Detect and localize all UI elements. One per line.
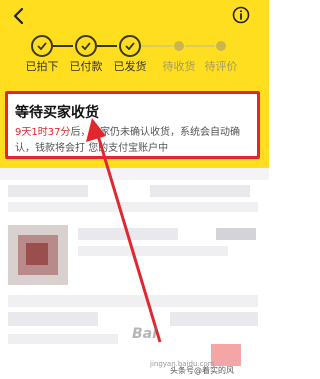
blurred-text <box>216 228 256 240</box>
chevron-left-icon[interactable] <box>10 6 28 26</box>
step-connector <box>53 45 73 47</box>
step-connector <box>141 45 173 47</box>
step-check-icon <box>75 35 97 57</box>
desc-part3: 您的支付宝账户中 <box>88 143 169 154</box>
time-remaining: 9天1时37分 <box>15 127 71 138</box>
blurred-text <box>78 228 178 240</box>
blurred-button[interactable] <box>211 344 241 366</box>
watermark-logo: Bai <box>132 326 157 342</box>
step-label: 已发货 <box>113 60 147 73</box>
blurred-text <box>78 246 228 256</box>
step-label: 待评价 <box>204 60 238 73</box>
credit-text: 头条号@着实的风 <box>170 366 234 375</box>
order-status-card: 等待买家收货 9天1时37分后， 家仍未确认收货，系统会自动确认，钱款将会打 您… <box>5 91 260 159</box>
step-pending-dot <box>174 41 184 51</box>
step-connector <box>97 45 117 47</box>
step-check-icon <box>119 35 141 57</box>
blurred-text <box>8 334 118 344</box>
blurred-text <box>8 312 98 326</box>
desc-part1: 后， <box>70 127 91 138</box>
step-check-icon <box>31 35 53 57</box>
status-title: 等待买家收货 <box>15 105 99 121</box>
info-circle-icon[interactable] <box>232 6 250 24</box>
step-connector <box>185 45 215 47</box>
blurred-strip <box>0 168 269 180</box>
blurred-text <box>8 185 88 197</box>
product-thumbnail[interactable] <box>8 225 68 285</box>
step-label: 已拍下 <box>25 60 59 73</box>
step-label: 已付款 <box>69 60 103 73</box>
blurred-text <box>8 202 258 212</box>
step-pending-dot <box>216 41 226 51</box>
blurred-text <box>170 312 258 326</box>
blurred-text <box>8 295 258 307</box>
blurred-text <box>150 185 250 197</box>
status-description: 9天1时37分后， 家仍未确认收货，系统会自动确认，钱款将会打 您的支付宝账户中 <box>15 125 255 157</box>
step-label: 待收货 <box>162 60 196 73</box>
